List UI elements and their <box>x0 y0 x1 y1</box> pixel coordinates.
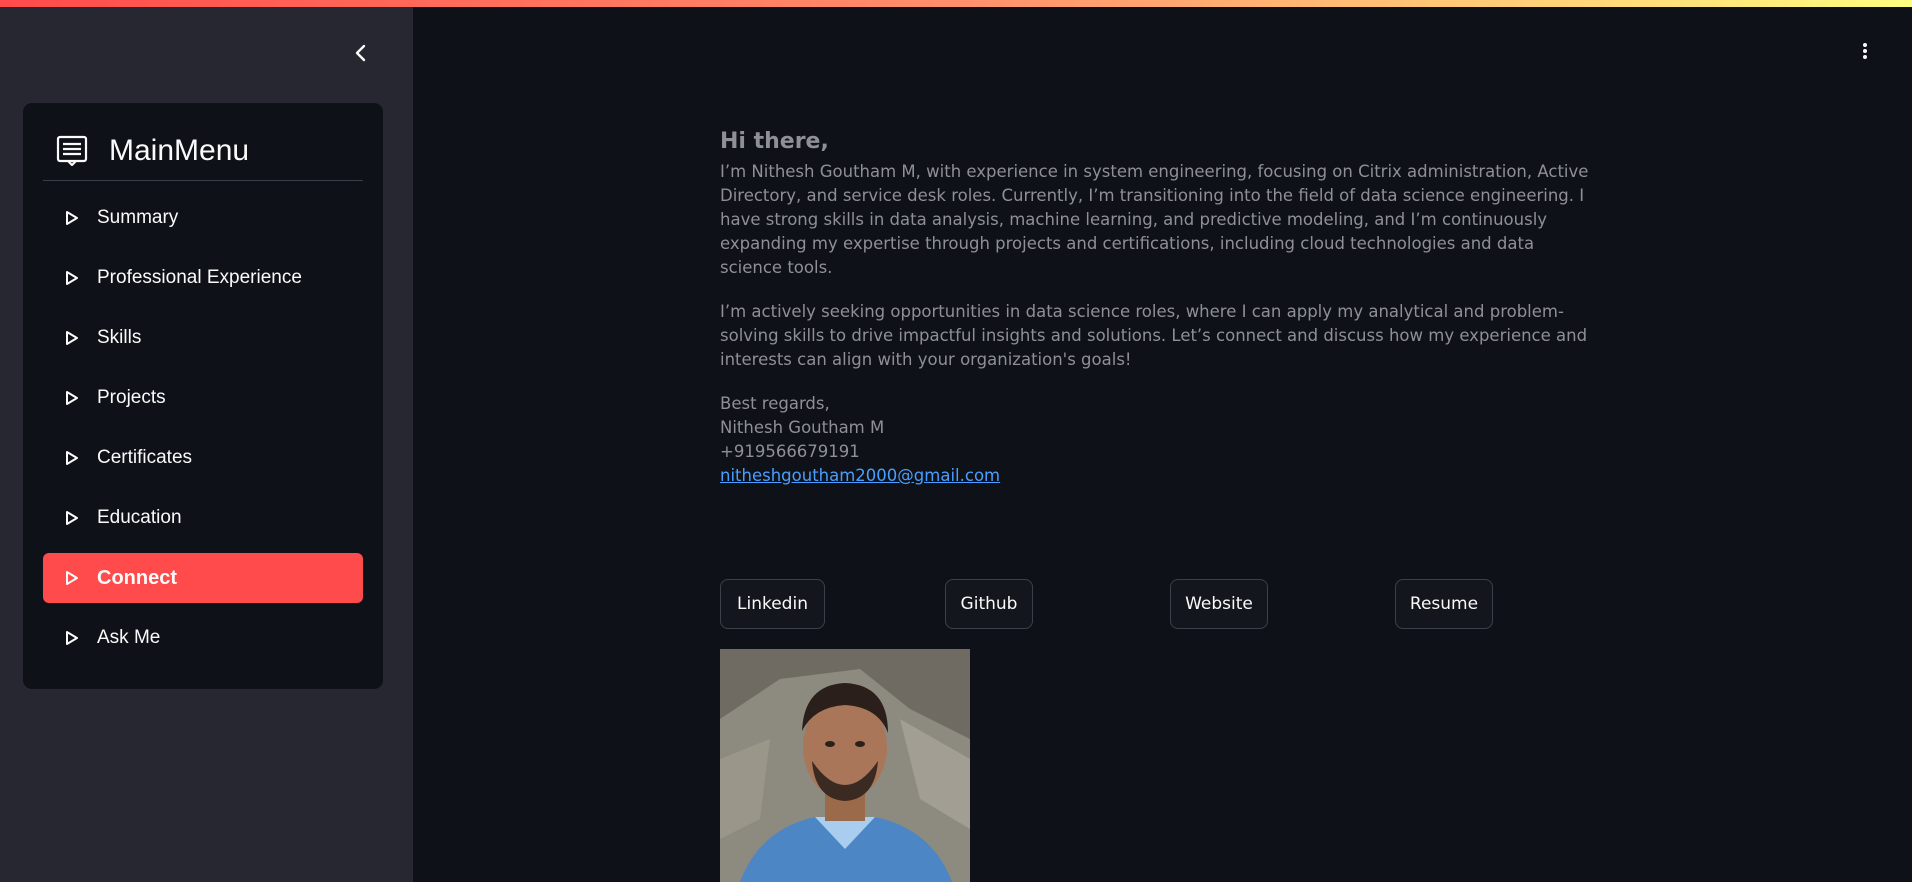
menu-item-connect[interactable]: Connect <box>43 553 363 603</box>
menu-item-label: Skills <box>97 327 142 348</box>
contact-email-link[interactable]: nitheshgoutham2000@gmail.com <box>720 466 1000 485</box>
menu-item-label: Professional Experience <box>97 267 302 288</box>
linkedin-button[interactable]: Linkedin <box>720 579 825 629</box>
play-outline-icon <box>66 511 78 525</box>
play-outline-icon <box>66 451 78 465</box>
kebab-menu-icon <box>1863 43 1867 59</box>
menu-item-label: Connect <box>97 566 177 589</box>
website-button[interactable]: Website <box>1170 579 1268 629</box>
menu-header: MainMenu <box>43 121 363 181</box>
intro-paragraph: I’m Nithesh Goutham M, with experience i… <box>720 162 1589 277</box>
signoff-text: Best regards, <box>720 394 830 413</box>
menu-title: MainMenu <box>109 133 250 167</box>
play-outline-icon <box>66 271 78 285</box>
main-menu: MainMenu Summary Professional Experience… <box>23 103 383 689</box>
sidebar: MainMenu Summary Professional Experience… <box>0 0 413 882</box>
chevron-left-icon <box>355 44 366 62</box>
play-outline-icon <box>66 331 78 345</box>
github-button[interactable]: Github <box>945 579 1033 629</box>
signature-block: Best regards, Nithesh Goutham M +9195666… <box>720 392 1590 488</box>
menu-list: Summary Professional Experience Skills P… <box>43 193 363 673</box>
play-outline-icon <box>66 211 78 225</box>
menu-item-skills[interactable]: Skills <box>43 313 363 363</box>
play-outline-icon <box>66 391 78 405</box>
collapse-sidebar-button[interactable] <box>348 38 374 68</box>
play-outline-icon <box>66 631 78 645</box>
menu-item-label: Projects <box>97 387 166 408</box>
contact-name: Nithesh Goutham M <box>720 418 885 437</box>
profile-photo-illustration <box>720 649 970 882</box>
menu-item-summary[interactable]: Summary <box>43 193 363 243</box>
profile-photo <box>720 649 970 882</box>
menu-item-professional-experience[interactable]: Professional Experience <box>43 253 363 303</box>
menu-item-label: Education <box>97 507 182 528</box>
connect-content: Hi there, I’m Nithesh Goutham M, with ex… <box>720 124 1590 488</box>
contact-phone: +919566679191 <box>720 442 860 461</box>
play-outline-icon <box>66 571 78 585</box>
menu-item-ask-me[interactable]: Ask Me <box>43 613 363 663</box>
main-menu-button[interactable] <box>1854 38 1876 64</box>
seeking-paragraph: I’m actively seeking opportunities in da… <box>720 302 1588 369</box>
menu-list-icon <box>56 135 88 166</box>
menu-item-education[interactable]: Education <box>43 493 363 543</box>
menu-item-label: Ask Me <box>97 627 161 648</box>
menu-item-certificates[interactable]: Certificates <box>43 433 363 483</box>
greeting-heading: Hi there, <box>720 129 829 154</box>
top-accent-bar <box>0 0 1912 7</box>
menu-item-label: Summary <box>97 207 179 228</box>
resume-button[interactable]: Resume <box>1395 579 1493 629</box>
menu-item-label: Certificates <box>97 447 193 468</box>
menu-item-projects[interactable]: Projects <box>43 373 363 423</box>
